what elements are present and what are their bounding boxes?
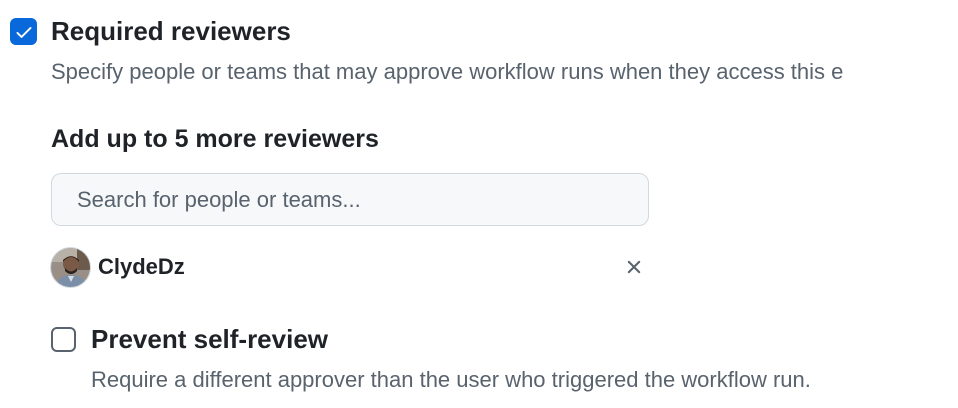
prevent-self-review-description: Require a different approver than the us… bbox=[91, 367, 811, 392]
prevent-self-review-checkbox[interactable] bbox=[51, 327, 76, 352]
environment-protection-settings: Required reviewers Specify people or tea… bbox=[0, 0, 958, 408]
user-avatar bbox=[50, 247, 91, 288]
required-reviewers-label[interactable]: Required reviewers bbox=[51, 14, 291, 48]
required-reviewers-description: Specify people or teams that may approve… bbox=[51, 59, 844, 84]
add-reviewers-heading: Add up to 5 more reviewers bbox=[51, 125, 379, 153]
reviewer-search-input[interactable] bbox=[51, 173, 649, 226]
reviewer-username: ClydeDz bbox=[98, 254, 185, 279]
prevent-self-review-label[interactable]: Prevent self-review bbox=[91, 322, 328, 356]
checkmark-icon bbox=[15, 26, 31, 38]
x-icon bbox=[627, 260, 641, 274]
remove-reviewer-button[interactable] bbox=[620, 253, 648, 281]
required-reviewers-checkbox[interactable] bbox=[10, 18, 37, 45]
